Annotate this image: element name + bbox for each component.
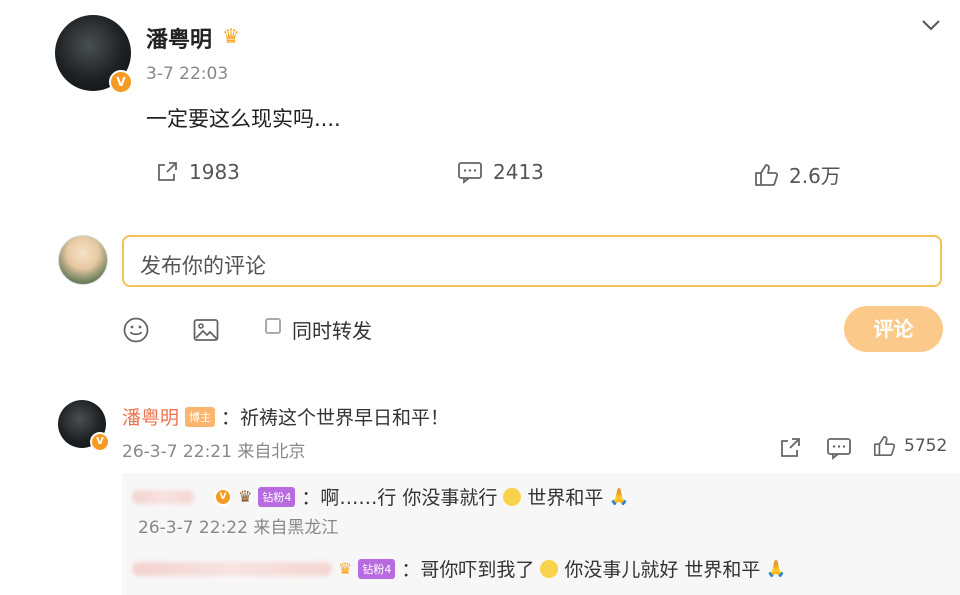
thumbs-up-icon (755, 163, 779, 186)
author-tag-badge: 博主 (185, 406, 216, 427)
fan-level-badge: 钻粉4 (358, 558, 396, 579)
post-text: 一定要这么现实吗.... (146, 107, 341, 131)
pray-emoji-icon: 🙏 (609, 487, 630, 506)
comment-input[interactable]: 发布你的评论 (122, 235, 942, 287)
reply-text: ：哥你吓到我了 (401, 559, 535, 581)
like-button[interactable]: 2.6万 (753, 160, 841, 189)
current-user-avatar[interactable] (58, 235, 108, 285)
smile-emoji-icon (503, 487, 522, 506)
comment-count: 2413 (493, 160, 544, 184)
verified-badge-icon: V (214, 487, 232, 506)
comment-icon (458, 162, 482, 184)
crown-badge-icon: ♛ (222, 24, 240, 48)
blurred-username (132, 489, 194, 504)
reply-text-tail: 世界和平 (527, 487, 604, 509)
thumbs-up-icon (873, 435, 896, 457)
share-icon (158, 162, 177, 181)
like-count: 2.6万 (789, 164, 841, 188)
comment-share-icon[interactable] (778, 436, 802, 464)
blurred-username (132, 561, 332, 576)
verified-badge-icon: V (109, 70, 133, 94)
emoji-icon[interactable] (122, 316, 150, 348)
repost-button[interactable]: 1983 (155, 160, 240, 184)
submit-comment-button[interactable]: 评论 (844, 306, 943, 352)
comment-like-count: 5752 (904, 436, 948, 456)
reply-meta: 26-3-7 22:22 来自黑龙江 (138, 518, 339, 538)
image-icon[interactable] (192, 316, 220, 348)
comment-reply-icon[interactable] (826, 436, 852, 464)
fan-level-badge: 钻粉4 (258, 486, 296, 507)
comment-like-button[interactable]: 5752 (872, 434, 947, 458)
comment-text: ：祈祷这个世界早日和平！ (221, 407, 450, 429)
reply-row: ♛ 钻粉4 ：哥你吓到我了 你没事儿就好 世界和平 🙏 (132, 555, 786, 582)
comment-meta: 26-3-7 22:21 来自北京 (122, 442, 306, 462)
repost-count: 1983 (189, 160, 240, 184)
repost-checkbox[interactable] (265, 318, 281, 334)
repost-checkbox-label: 同时转发 (292, 319, 372, 343)
pray-emoji-icon: 🙏 (766, 559, 787, 578)
scared-emoji-icon (540, 559, 559, 578)
reply-text-tail: 你没事儿就好 世界和平 (564, 559, 761, 581)
reply-text: ：啊……行 你没事就行 (301, 487, 498, 509)
verified-badge-icon: V (90, 432, 110, 452)
crown-badge-icon: ♛ (338, 559, 353, 578)
post-author-name[interactable]: 潘粤明 (146, 22, 212, 54)
post-time: 3-7 22:03 (146, 64, 229, 84)
reply-list: V ♛ 钻粉4 ：啊……行 你没事就行 世界和平 🙏 26-3-7 22:22 … (122, 473, 960, 595)
reply-row: V ♛ 钻粉4 ：啊……行 你没事就行 世界和平 🙏 (132, 483, 629, 510)
comment-button[interactable]: 2413 (457, 160, 544, 184)
chevron-down-icon[interactable] (920, 14, 942, 40)
comment-author-name[interactable]: 潘粤明 (122, 403, 179, 430)
comment-header: 潘粤明 博主 ：祈祷这个世界早日和平！ (122, 403, 449, 430)
crown-badge-icon: ♛ (238, 487, 253, 506)
